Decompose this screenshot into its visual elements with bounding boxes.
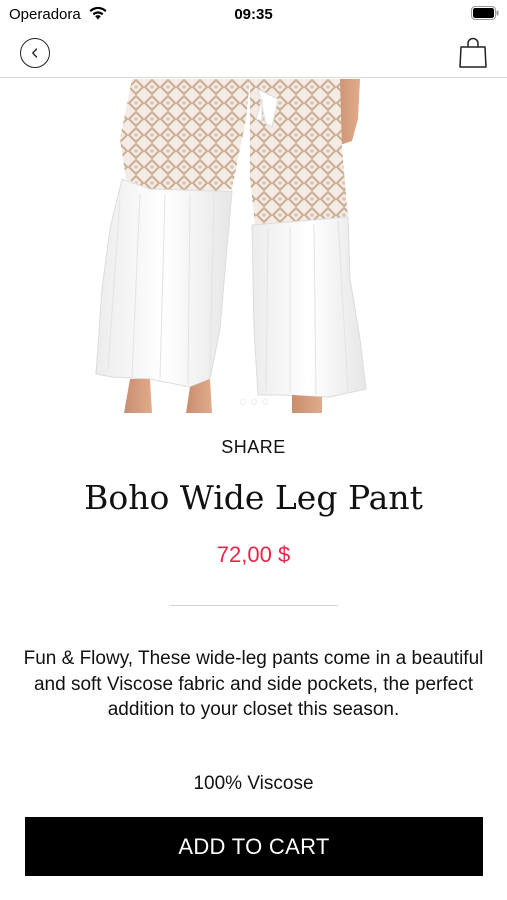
chevron-left-icon: [32, 48, 38, 58]
status-time: 09:35: [234, 6, 273, 23]
carousel-dots[interactable]: [0, 399, 507, 405]
carousel-dot[interactable]: [250, 399, 257, 405]
battery-icon: [471, 6, 499, 20]
status-bar: Operadora 09:35: [0, 0, 507, 28]
divider: [170, 605, 338, 606]
add-to-cart-button[interactable]: ADD TO CART: [25, 817, 483, 876]
product-price: 72,00 $: [216, 542, 291, 567]
product-image[interactable]: [0, 79, 507, 413]
back-button[interactable]: [20, 38, 50, 68]
shopping-bag-icon[interactable]: [459, 36, 487, 68]
nav-bar: [0, 28, 507, 78]
carousel-dot[interactable]: [239, 399, 246, 405]
carousel-dot[interactable]: [261, 399, 268, 405]
product-material: 100% Viscose: [193, 773, 314, 794]
product-description: Fun & Flowy, These wide-leg pants come i…: [23, 648, 484, 720]
product-title: Boho Wide Leg Pant: [84, 478, 423, 517]
share-button[interactable]: SHARE: [0, 437, 507, 458]
product-photo: [95, 79, 367, 413]
